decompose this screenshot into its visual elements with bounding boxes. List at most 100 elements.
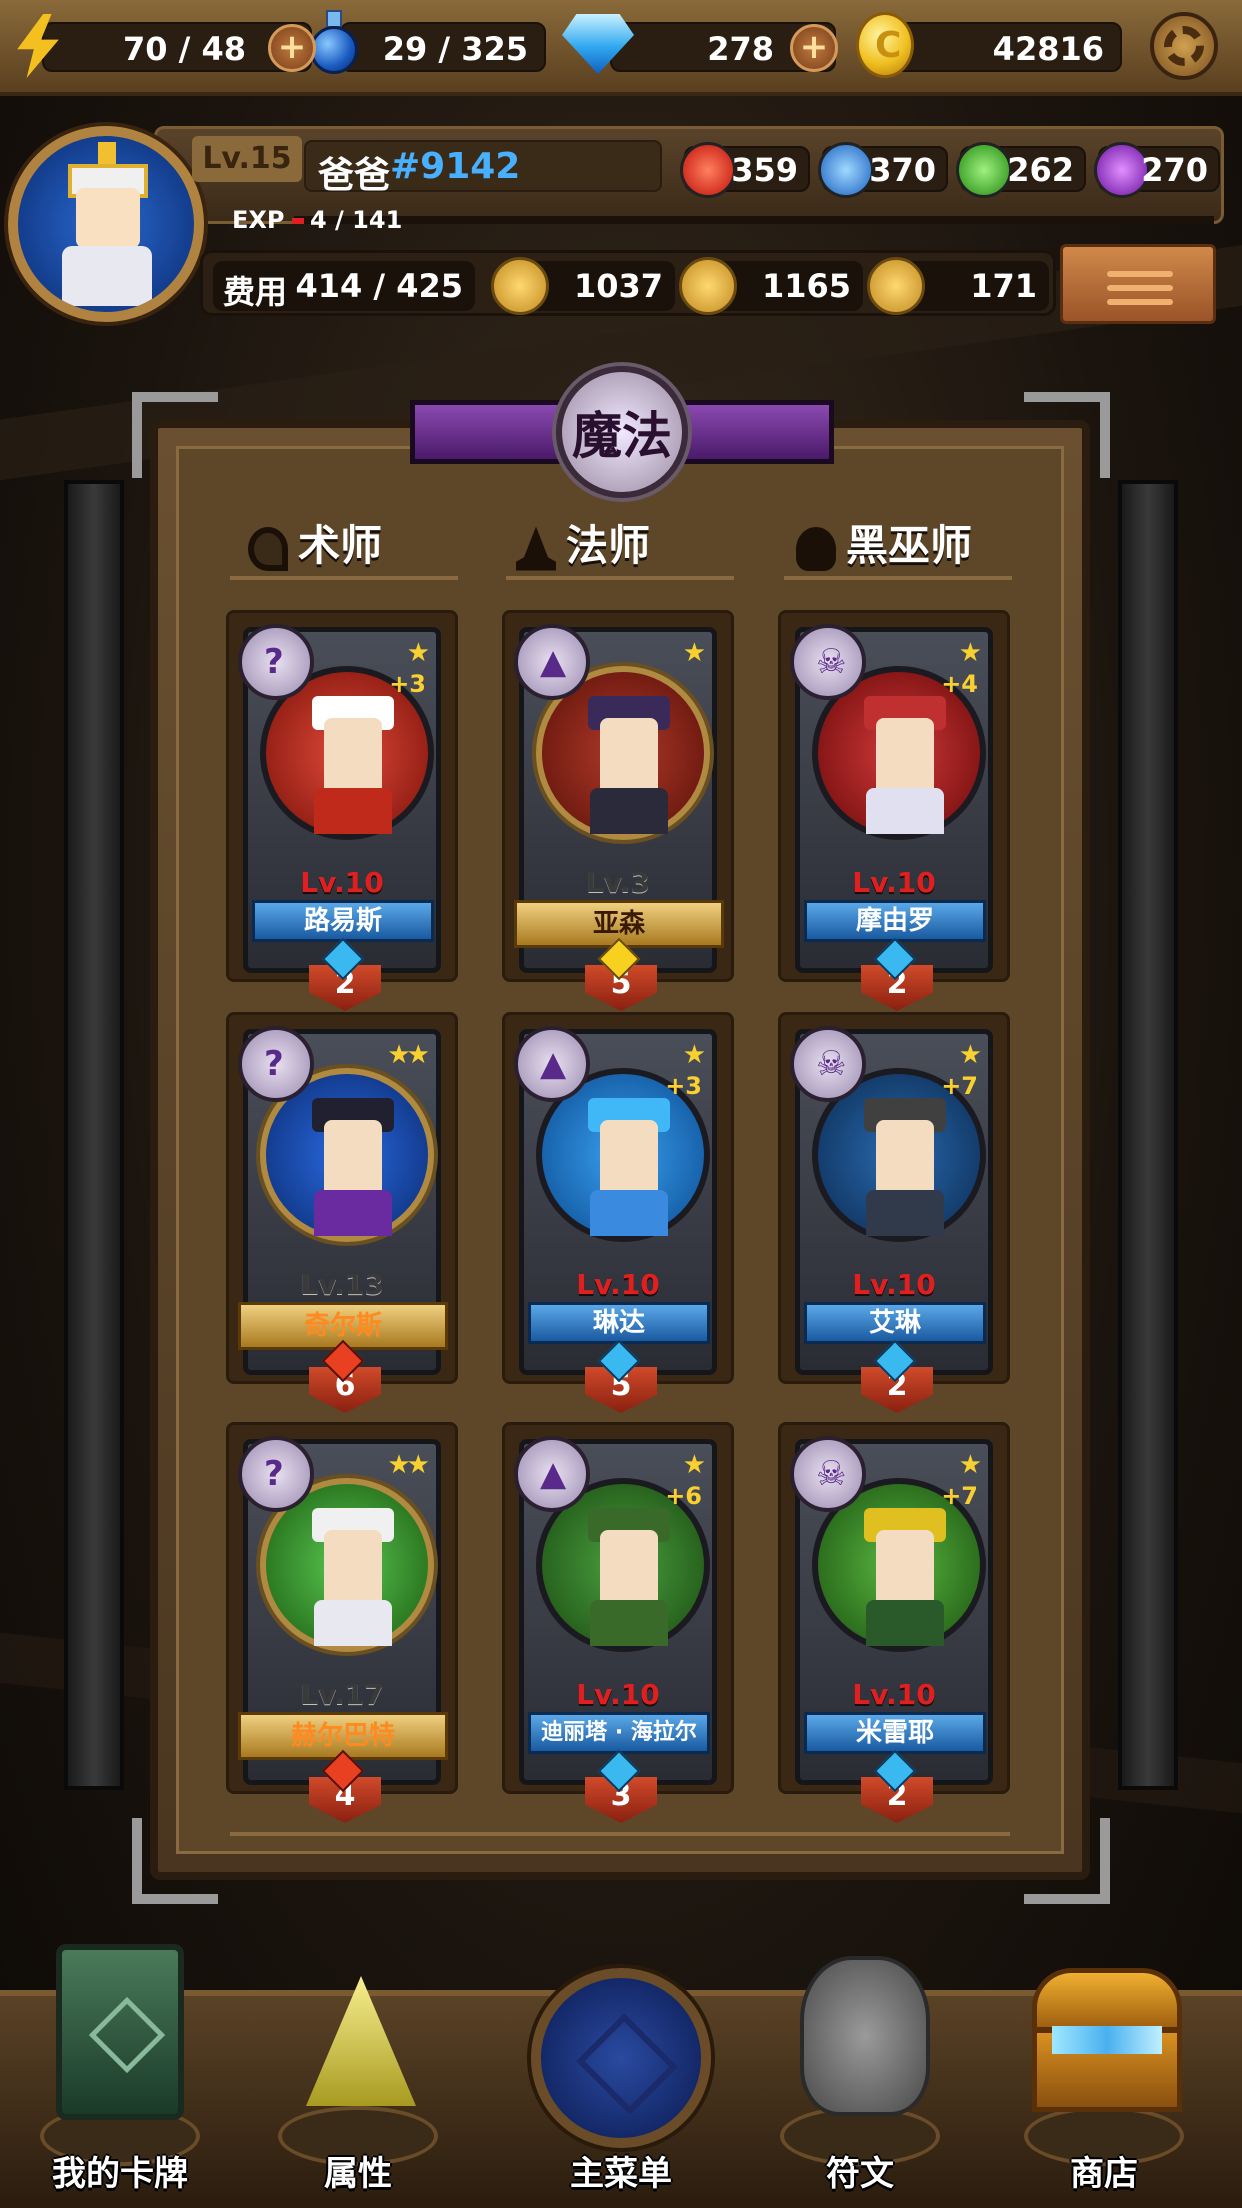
column-header-warlock[interactable]: 术师 [248, 512, 382, 572]
hero-body [866, 788, 944, 834]
swords-icon [491, 257, 549, 315]
hero-card-slot[interactable]: ☠ ★ +4 Lv.10 摩由罗 2 [778, 610, 1010, 1011]
hero-card-slot[interactable]: ? ★★ Lv.13 奇尔斯 6 [226, 1012, 458, 1413]
gold-value: 42816 [992, 30, 1104, 68]
enhance-level: +3 [665, 1072, 702, 1100]
hero-card-slot[interactable]: ▲ ★ +3 Lv.10 琳达 5 [502, 1012, 734, 1413]
column-header-necromancer[interactable]: 黑巫师 [796, 512, 972, 572]
hero-body [590, 1190, 668, 1236]
treasure-chest-icon [1032, 1968, 1182, 2118]
nav-shop[interactable]: 商店 [1004, 1968, 1204, 2208]
gear-icon [1164, 26, 1204, 66]
hero-card-slot[interactable]: ☠ ★ +7 Lv.10 米雷耶 2 [778, 1422, 1010, 1823]
add-gems-button[interactable]: + [790, 24, 838, 72]
hero-card-slot[interactable]: ☠ ★ +7 Lv.10 艾琳 2 [778, 1012, 1010, 1413]
column-label: 黑巫师 [846, 521, 973, 570]
star-rating: ★★ [387, 1040, 430, 1070]
board-corner [132, 1818, 218, 1904]
nav-main-menu[interactable]: 主菜单 [521, 1968, 721, 2208]
cost-value: 414 / 425 [295, 267, 463, 305]
hero-card-slot[interactable]: ▲ ★ +6 Lv.10 迪丽塔 · 海拉尔 3 [502, 1422, 734, 1823]
enhance-level: +3 [389, 670, 426, 698]
nav-attributes[interactable]: 属性 [258, 1976, 458, 2208]
avatar-robe [62, 246, 152, 306]
wizard-hat-icon: ▲ [514, 1026, 590, 1102]
wizard-hat-icon: ▲ [514, 624, 590, 700]
wizard-hat-icon: ▲ [514, 1436, 590, 1512]
nature-orb-icon [956, 142, 1012, 198]
hero-face [324, 718, 382, 798]
hero-card[interactable]: ▲ ★ +6 Lv.10 迪丽塔 · 海拉尔 [514, 1436, 717, 1793]
hero-body [314, 1600, 392, 1646]
dark-counter: 270 [1094, 142, 1220, 198]
nav-label: 我的卡牌 [52, 2154, 188, 2194]
nav-label: 商店 [1070, 2154, 1138, 2194]
board-corner [1024, 392, 1110, 478]
settings-button[interactable] [1150, 12, 1218, 80]
skull-icon [796, 526, 836, 571]
water-orb-icon [818, 142, 874, 198]
right-pillar [1118, 480, 1178, 1790]
nav-my-cards[interactable]: 我的卡牌 [20, 1944, 220, 2208]
nav-runes[interactable]: 符文 [760, 1956, 960, 2208]
left-pillar [64, 480, 124, 1790]
hero-level: Lv.10 [576, 1268, 660, 1301]
hero-card[interactable]: ☠ ★ +7 Lv.10 艾琳 [790, 1026, 993, 1383]
hero-body [590, 1600, 668, 1646]
hero-card[interactable]: ☠ ★ +4 Lv.10 摩由罗 [790, 624, 993, 981]
gem-value: 278 [707, 30, 774, 68]
add-energy-button[interactable]: + [268, 24, 316, 72]
star-rating: ★ [682, 1450, 706, 1480]
hero-level: Lv.10 [852, 866, 936, 899]
fire-counter: 359 [680, 142, 810, 198]
hero-level: Lv.10 [300, 866, 384, 899]
exp-value: 4 / 141 [310, 206, 403, 234]
hero-name: 米雷耶 [804, 1712, 986, 1754]
hamburger-menu-button[interactable] [1060, 244, 1216, 324]
emblem-icon [531, 1968, 711, 2148]
hero-face [600, 1120, 658, 1200]
star-rating: ★ [682, 1040, 706, 1070]
gold-counter: 42816 [892, 22, 1122, 72]
hero-card[interactable]: ▲ ★ +3 Lv.10 琳达 [514, 1026, 717, 1383]
hero-card[interactable]: ☠ ★ +7 Lv.10 米雷耶 [790, 1436, 993, 1793]
water-value: 370 [869, 151, 936, 189]
column-divider [230, 576, 458, 580]
fire-value: 359 [731, 151, 798, 189]
menu-line [1107, 299, 1173, 305]
heart-icon [679, 257, 737, 315]
attack-value: 1037 [573, 267, 663, 305]
column-header-mage[interactable]: 法师 [516, 512, 650, 572]
enhance-level: +7 [941, 1482, 978, 1510]
hero-card-slot[interactable]: ▲ ★ Lv.3 亚森 5 [502, 610, 734, 1011]
hero-card[interactable]: ? ★★ Lv.17 赫尔巴特 [238, 1436, 448, 1793]
exp-label: EXP [232, 206, 285, 234]
plus-cross-icon [867, 257, 925, 315]
hero-body [866, 1600, 944, 1646]
cost-stat: 费用 414 / 425 [213, 261, 475, 311]
player-tag: #9142 [390, 146, 521, 187]
dark-value: 270 [1141, 151, 1208, 189]
hero-level: Lv.10 [852, 1678, 936, 1711]
water-counter: 370 [818, 142, 948, 198]
hero-card-slot[interactable]: ? ★★ Lv.17 赫尔巴特 4 [226, 1422, 458, 1823]
player-profile: Lv.15 爸爸 #9142 359 370 262 270 EXP 4 / 1… [4, 126, 1238, 324]
skull-icon: ☠ [790, 1026, 866, 1102]
star-rating: ★ [958, 638, 982, 668]
hero-card[interactable]: ? ★★ Lv.13 奇尔斯 [238, 1026, 448, 1383]
avatar-face [76, 188, 140, 248]
menu-line [1107, 271, 1173, 277]
hero-card-slot[interactable]: ? ★ +3 Lv.10 路易斯 2 [226, 610, 458, 1011]
hero-name: 摩由罗 [804, 900, 986, 942]
player-avatar[interactable] [8, 126, 204, 322]
hero-card[interactable]: ? ★ +3 Lv.10 路易斯 [238, 624, 441, 981]
hero-card[interactable]: ▲ ★ Lv.3 亚森 [514, 624, 724, 981]
hero-level: Lv.17 [300, 1678, 384, 1711]
player-level: Lv.15 [192, 136, 302, 182]
hp-stat: 1165 [679, 257, 863, 315]
hero-name: 艾琳 [804, 1302, 986, 1344]
nav-label: 符文 [826, 2154, 894, 2194]
skull-icon: ☠ [790, 624, 866, 700]
board-bottom-divider [230, 1832, 1010, 1836]
hero-body [866, 1190, 944, 1236]
